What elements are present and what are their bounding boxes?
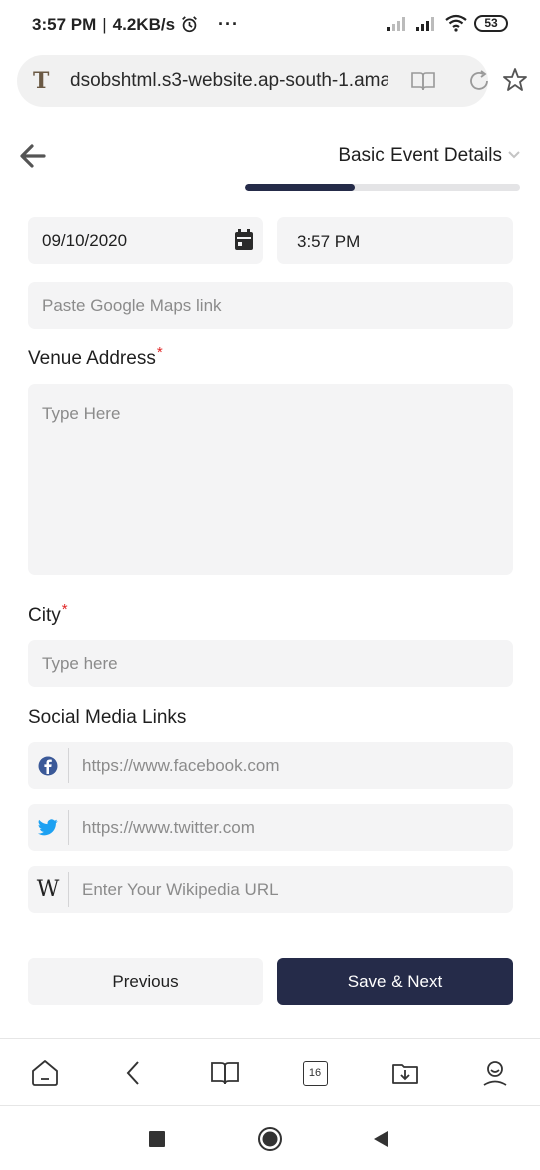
battery-indicator: 53	[474, 14, 508, 32]
site-favicon: T	[33, 68, 50, 94]
signal-icon	[387, 17, 405, 31]
date-value[interactable]: 09/10/2020	[42, 231, 127, 251]
divider	[68, 748, 69, 783]
divider	[68, 810, 69, 845]
time-value[interactable]: 3:57 PM	[297, 232, 360, 252]
wifi-icon	[445, 14, 467, 32]
calendar-icon[interactable]	[234, 229, 254, 251]
wikipedia-url-input[interactable]	[82, 880, 502, 900]
save-next-button[interactable]: Save & Next	[277, 958, 513, 1005]
venue-address-label-text: Venue Address	[28, 348, 156, 369]
recent-apps-icon[interactable]	[144, 1126, 170, 1152]
social-media-label: Social Media Links	[28, 707, 187, 728]
bookmark-star-icon[interactable]	[502, 67, 528, 93]
status-bar-right: 53	[387, 14, 508, 32]
facebook-url-input[interactable]	[82, 756, 502, 776]
step-title[interactable]: Basic Event Details	[338, 145, 502, 167]
city-label-text: City	[28, 605, 61, 626]
home-button-icon[interactable]	[257, 1126, 283, 1152]
profile-icon[interactable]	[480, 1058, 510, 1088]
chevron-down-icon[interactable]	[507, 148, 521, 162]
wikipedia-icon: W	[28, 866, 68, 913]
step-progress-bar	[245, 184, 520, 191]
wikipedia-icon-glyph: W	[36, 877, 60, 902]
time-field[interactable]: 3:57 PM	[277, 217, 513, 264]
venue-address-label: Venue Address*	[28, 344, 163, 370]
maps-link-input[interactable]	[42, 296, 492, 316]
status-time: 3:57 PM	[32, 14, 97, 34]
back-arrow-icon[interactable]	[18, 141, 48, 171]
required-mark: *	[156, 344, 163, 361]
downloads-icon[interactable]	[390, 1058, 420, 1088]
tab-count[interactable]: 16	[302, 1060, 328, 1086]
bookmarks-icon[interactable]	[210, 1058, 240, 1088]
reader-mode-icon[interactable]	[410, 69, 436, 93]
required-mark: *	[61, 601, 68, 618]
venue-address-field[interactable]	[28, 384, 513, 575]
status-bar-left: 3:57 PM | 4.2KB/s ···	[32, 14, 239, 35]
signal-icon	[416, 17, 434, 31]
date-field[interactable]: 09/10/2020	[28, 217, 263, 264]
status-separator: |	[102, 14, 107, 34]
city-field[interactable]	[28, 640, 513, 687]
browser-back-icon[interactable]	[119, 1058, 149, 1088]
home-icon[interactable]	[30, 1058, 60, 1088]
wikipedia-field[interactable]: W	[28, 866, 513, 913]
alarm-icon	[182, 16, 197, 33]
facebook-icon	[28, 742, 68, 789]
city-input[interactable]	[42, 654, 492, 674]
system-back-icon[interactable]	[368, 1126, 394, 1152]
twitter-icon	[28, 804, 68, 851]
browser-toolbar: 16	[0, 1038, 540, 1106]
step-progress-fill	[245, 184, 355, 191]
twitter-field[interactable]	[28, 804, 513, 851]
address-bar[interactable]: T dsobshtml.s3-website.ap-south-1.amazon…	[17, 55, 488, 107]
system-navigation-bar	[0, 1106, 540, 1170]
facebook-field[interactable]	[28, 742, 513, 789]
previous-button[interactable]: Previous	[28, 958, 263, 1005]
more-notifications-icon: ···	[218, 14, 240, 34]
status-bar: 3:57 PM | 4.2KB/s ··· 53	[0, 0, 540, 50]
tabs-button[interactable]: 16	[300, 1058, 330, 1088]
network-speed: 4.2KB/s	[112, 14, 176, 34]
divider	[68, 872, 69, 907]
maps-link-field[interactable]	[28, 282, 513, 329]
city-label: City*	[28, 601, 68, 627]
url-text[interactable]: dsobshtml.s3-website.ap-south-1.amazonaw…	[70, 70, 388, 92]
reload-icon[interactable]	[466, 68, 492, 94]
twitter-url-input[interactable]	[82, 818, 502, 838]
venue-address-input[interactable]	[42, 404, 497, 564]
